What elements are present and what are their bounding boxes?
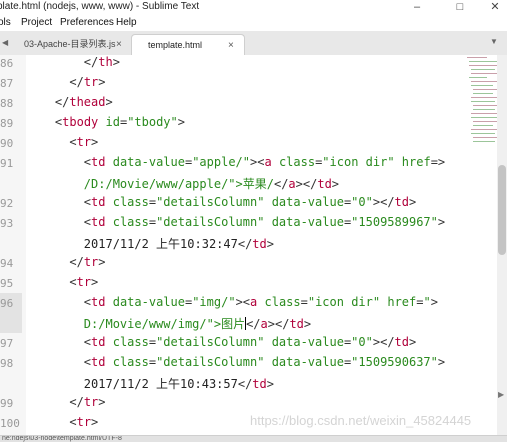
code-line[interactable]: <td class="detailsColumn" data-value="15… bbox=[26, 215, 445, 229]
tab-overflow-icon[interactable]: ▼ bbox=[490, 37, 498, 46]
code-line[interactable]: <tbody id="tbody"> bbox=[26, 115, 185, 129]
watermark: https://blog.csdn.net/weixin_45824445 bbox=[250, 413, 472, 428]
scrollbar-thumb[interactable] bbox=[498, 165, 506, 255]
code-line[interactable]: </tr> bbox=[26, 75, 105, 89]
code-line[interactable]: <tr> bbox=[26, 415, 98, 429]
code-line[interactable]: <td class="detailsColumn" data-value="0"… bbox=[26, 335, 416, 349]
close-button[interactable]: ✕ bbox=[483, 0, 507, 15]
line-number: 89 bbox=[0, 117, 14, 130]
line-number: 99 bbox=[0, 397, 14, 410]
line-number: 98 bbox=[0, 357, 14, 370]
code-line[interactable]: 2017/11/2 上午10:32:47</td> bbox=[26, 235, 274, 252]
code-line[interactable]: <td data-value="img/"><a class="icon dir… bbox=[26, 295, 438, 309]
code-line[interactable]: /D:/Movie/www/apple/">苹果/</a></td> bbox=[26, 175, 339, 192]
line-number: 94 bbox=[0, 257, 14, 270]
code-line[interactable]: </tr> bbox=[26, 395, 105, 409]
line-number: 87 bbox=[0, 77, 14, 90]
code-line[interactable]: <tr> bbox=[26, 135, 98, 149]
scroll-down-icon[interactable]: ▶ bbox=[498, 390, 504, 399]
line-number: 91 bbox=[0, 157, 14, 170]
line-number: 86 bbox=[0, 57, 14, 70]
code-line[interactable]: <td data-value="apple/"><a class="icon d… bbox=[26, 155, 445, 169]
code-line[interactable]: 2017/11/2 上午10:43:57</td> bbox=[26, 375, 274, 392]
vertical-scrollbar[interactable]: ▶ bbox=[497, 55, 507, 435]
code-line[interactable]: <tr> bbox=[26, 275, 98, 289]
line-number: 97 bbox=[0, 337, 14, 350]
line-number: 92 bbox=[0, 197, 14, 210]
line-number: 96 bbox=[0, 297, 14, 310]
code-line[interactable]: <td class="detailsColumn" data-value="0"… bbox=[26, 195, 416, 209]
line-number: 88 bbox=[0, 97, 14, 110]
line-number: 93 bbox=[0, 217, 14, 230]
code-view[interactable]: 86 87 88 89 90 91 92 93 94 95 96 97 98 9… bbox=[0, 0, 465, 435]
code-line[interactable]: </thead> bbox=[26, 95, 113, 109]
code-line[interactable]: </th> bbox=[26, 55, 120, 69]
code-line[interactable]: <td class="detailsColumn" data-value="15… bbox=[26, 355, 445, 369]
code-line[interactable]: </tr> bbox=[26, 255, 105, 269]
line-number: 100 bbox=[0, 417, 20, 430]
line-number: 95 bbox=[0, 277, 14, 290]
line-number: 90 bbox=[0, 137, 14, 150]
code-line[interactable]: D:/Movie/www/img/">图片</a></td> bbox=[26, 315, 311, 332]
